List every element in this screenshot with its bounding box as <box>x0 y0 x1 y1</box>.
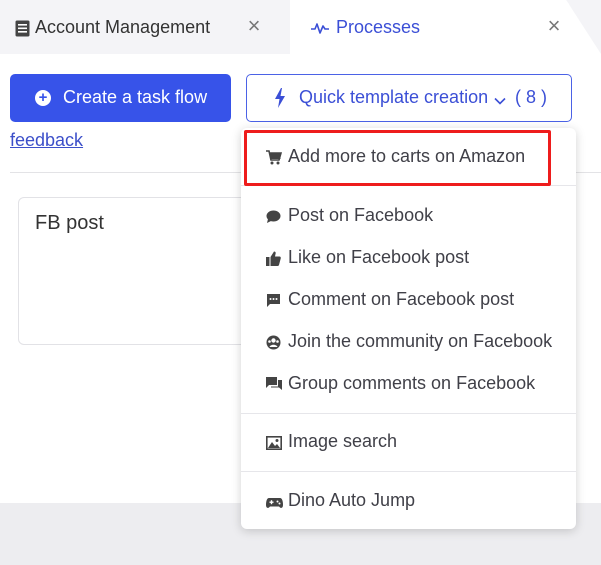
tab-bar: Account Management × Processes × <box>0 0 601 54</box>
template-dropdown: Add more to carts on Amazon Post on Face… <box>241 128 576 529</box>
dropdown-item-label: Comment on Facebook post <box>288 289 515 309</box>
plus-circle-icon: + <box>35 90 51 106</box>
dropdown-item-dino-jump[interactable]: Dino Auto Jump <box>241 480 576 522</box>
dropdown-item-label: Join the community on Facebook <box>288 331 553 351</box>
task-card-title: FB post <box>35 212 104 234</box>
thumbs-up-icon <box>266 250 281 266</box>
quick-template-button[interactable]: Quick template creation ( 8 ) <box>246 74 572 122</box>
dropdown-item-join-community[interactable]: Join the community on Facebook <box>241 321 576 363</box>
comment-icon <box>266 292 281 307</box>
feedback-link[interactable]: feedback <box>10 130 83 151</box>
task-card[interactable]: FB post <box>18 197 258 345</box>
dropdown-item-label: Dino Auto Jump <box>288 490 416 510</box>
dropdown-item-image-search[interactable]: Image search <box>241 421 576 463</box>
close-icon[interactable]: × <box>243 15 265 37</box>
create-task-flow-label: Create a task flow <box>63 87 208 107</box>
dropdown-item-label: Like on Facebook post <box>288 247 470 267</box>
image-icon <box>266 434 282 450</box>
close-icon[interactable]: × <box>543 15 565 37</box>
highlight-box <box>244 130 551 186</box>
community-icon <box>266 334 281 350</box>
dropdown-divider <box>241 413 576 414</box>
dropdown-divider <box>241 471 576 472</box>
dropdown-item-group-comments[interactable]: Group comments on Facebook <box>241 363 576 405</box>
quick-template-label: Quick template creation <box>299 87 489 107</box>
dropdown-item-like-facebook[interactable]: Like on Facebook post <box>241 237 576 279</box>
chevron-down-icon <box>494 91 506 105</box>
bolt-icon <box>274 88 286 108</box>
dropdown-item-label: Group comments on Facebook <box>288 373 536 393</box>
dropdown-item-post-facebook[interactable]: Post on Facebook <box>241 195 576 237</box>
chat-bubble-icon <box>266 208 281 223</box>
document-icon <box>13 19 31 37</box>
dropdown-item-label: Image search <box>288 431 398 451</box>
comments-icon <box>266 376 282 391</box>
dropdown-item-comment-facebook[interactable]: Comment on Facebook post <box>241 279 576 321</box>
gamepad-icon <box>266 493 283 508</box>
tab-processes-label: Processes <box>336 17 421 37</box>
pulse-icon <box>311 19 329 37</box>
create-task-flow-button[interactable]: + Create a task flow <box>10 74 231 122</box>
tab-processes[interactable]: Processes × <box>290 0 570 54</box>
template-count: ( 8 ) <box>515 87 548 107</box>
tab-account-management[interactable]: Account Management × <box>0 0 290 54</box>
dropdown-item-label: Post on Facebook <box>288 205 434 225</box>
tab-account-management-label: Account Management <box>35 17 211 37</box>
